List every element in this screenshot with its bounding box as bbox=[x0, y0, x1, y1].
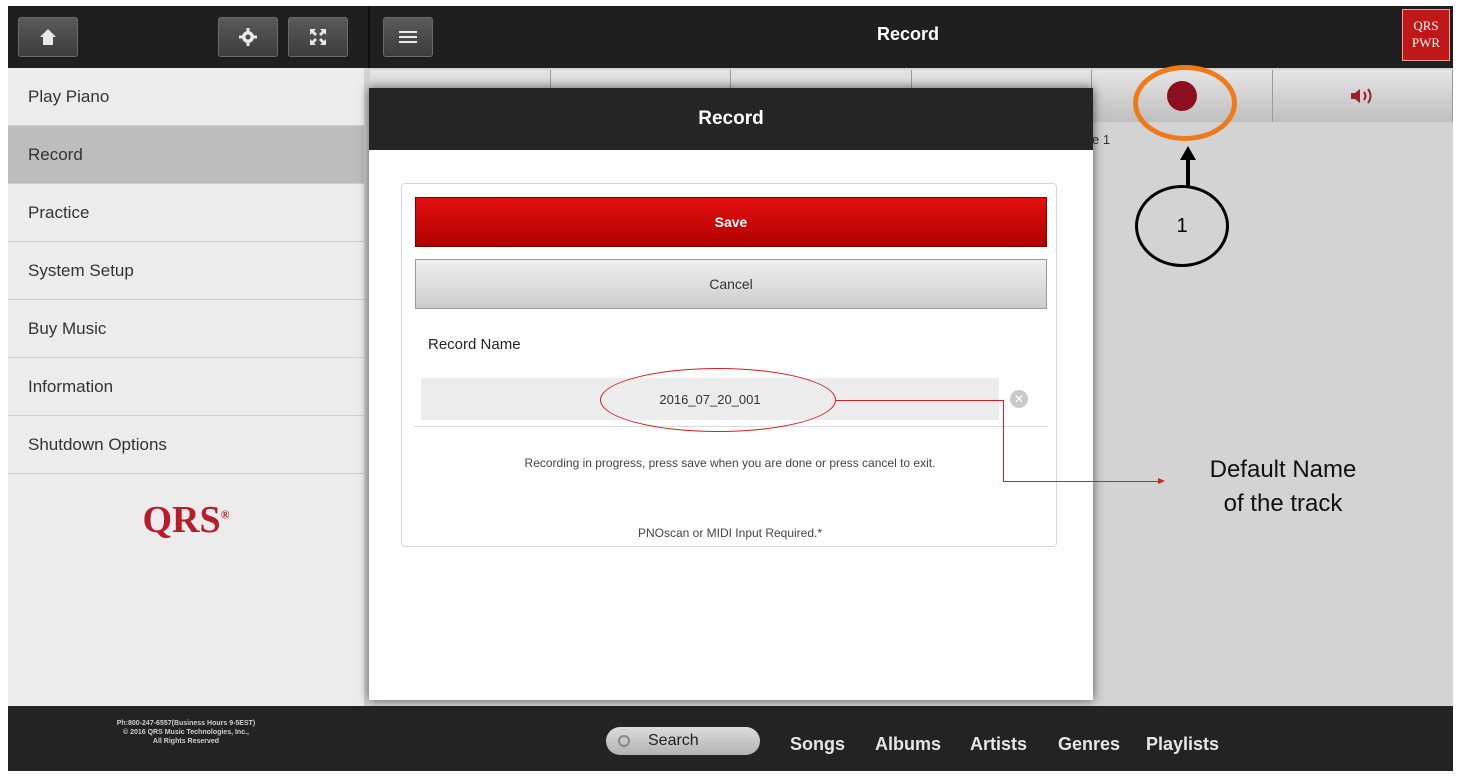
sidebar-item-practice[interactable]: Practice bbox=[8, 184, 364, 242]
nav-playlists[interactable]: Playlists bbox=[1146, 734, 1219, 755]
contact-rights: All Rights Reserved bbox=[152, 738, 220, 745]
search-icon bbox=[618, 735, 630, 747]
search-button[interactable]: Search bbox=[606, 727, 760, 755]
cancel-button[interactable]: Cancel bbox=[415, 259, 1047, 309]
sidebar-item-play-piano[interactable]: Play Piano bbox=[8, 68, 364, 126]
callout-line bbox=[1003, 481, 1161, 482]
speaker-icon bbox=[1351, 88, 1372, 104]
sidebar-item-label: Information bbox=[28, 376, 114, 396]
qrs-logo-text: QRS bbox=[142, 499, 221, 541]
annotation-caption: Default Name of the track bbox=[1168, 453, 1398, 521]
footer-contact: Ph:800-247-6557(Business Hours 9-5EST) ©… bbox=[8, 706, 364, 771]
caption-line-2: of the track bbox=[1223, 490, 1343, 517]
search-label: Search bbox=[648, 732, 699, 749]
home-icon bbox=[40, 29, 56, 45]
top-bar: Record QRS PWR bbox=[8, 6, 1453, 68]
record-highlight-circle bbox=[1133, 65, 1237, 141]
nav-genres[interactable]: Genres bbox=[1058, 734, 1120, 755]
volume-button[interactable] bbox=[1272, 70, 1453, 122]
sidebar-item-label: Record bbox=[28, 144, 83, 164]
input-requirement-note: PNOscan or MIDI Input Required.* bbox=[637, 526, 823, 540]
qrs-pwr-logo[interactable]: QRS PWR bbox=[1402, 9, 1450, 61]
nav-albums[interactable]: Albums bbox=[875, 734, 941, 755]
sidebar-item-label: Play Piano bbox=[28, 86, 110, 106]
nav-artists[interactable]: Artists bbox=[970, 734, 1027, 755]
brand-badge-top: QRS bbox=[1413, 18, 1439, 33]
qrs-logo: QRS® bbox=[142, 499, 230, 541]
callout-line bbox=[836, 400, 1004, 401]
fullscreen-button[interactable] bbox=[288, 17, 348, 57]
arrow-right-icon bbox=[1158, 478, 1165, 484]
callout-line bbox=[1003, 400, 1004, 482]
sidebar-item-record[interactable]: Record bbox=[8, 126, 364, 184]
nav-songs[interactable]: Songs bbox=[790, 734, 845, 755]
brand-badge-bottom: PWR bbox=[1411, 35, 1441, 50]
contact-phone: Ph:800-247-6557(Business Hours 9-5EST) bbox=[116, 720, 256, 727]
sidebar-item-buy-music[interactable]: Buy Music bbox=[8, 300, 364, 358]
step-number-callout: 1 bbox=[1135, 185, 1229, 267]
sidebar-item-label: Shutdown Options bbox=[28, 434, 167, 454]
page-title: Record bbox=[876, 24, 939, 44]
caption-line-1: Default Name bbox=[1209, 456, 1357, 483]
sidebar: Play Piano Record Practice System Setup … bbox=[8, 68, 364, 706]
gear-icon bbox=[239, 28, 257, 46]
menu-button[interactable] bbox=[383, 17, 433, 57]
home-button[interactable] bbox=[18, 17, 78, 57]
footer: Ph:800-247-6557(Business Hours 9-5EST) ©… bbox=[8, 706, 1453, 771]
settings-button[interactable] bbox=[218, 17, 278, 57]
record-name-label: Record Name bbox=[428, 336, 521, 353]
dialog-title: Record bbox=[369, 88, 1093, 150]
sidebar-item-label: Practice bbox=[28, 202, 90, 222]
sidebar-item-shutdown-options[interactable]: Shutdown Options bbox=[8, 416, 364, 474]
dialog-card: Save Cancel Record Name ✕ Recording in p… bbox=[401, 183, 1057, 547]
record-name-highlight bbox=[600, 368, 836, 432]
sidebar-item-system-setup[interactable]: System Setup bbox=[8, 242, 364, 300]
menu-icon bbox=[399, 31, 417, 43]
sidebar-item-label: System Setup bbox=[28, 260, 134, 280]
track-label-fragment: e 1 bbox=[1092, 132, 1111, 147]
contact-copyright: © 2016 QRS Music Technologies, Inc., bbox=[122, 729, 249, 736]
top-divider bbox=[368, 6, 370, 68]
save-button[interactable]: Save bbox=[415, 197, 1047, 247]
fullscreen-icon bbox=[310, 29, 326, 45]
clear-input-icon[interactable]: ✕ bbox=[1010, 390, 1028, 408]
annotation-arrow-shaft bbox=[1186, 158, 1190, 186]
sidebar-item-information[interactable]: Information bbox=[8, 358, 364, 416]
sidebar-item-label: Buy Music bbox=[28, 318, 107, 338]
recording-status-message: Recording in progress, press save when y… bbox=[524, 456, 936, 470]
